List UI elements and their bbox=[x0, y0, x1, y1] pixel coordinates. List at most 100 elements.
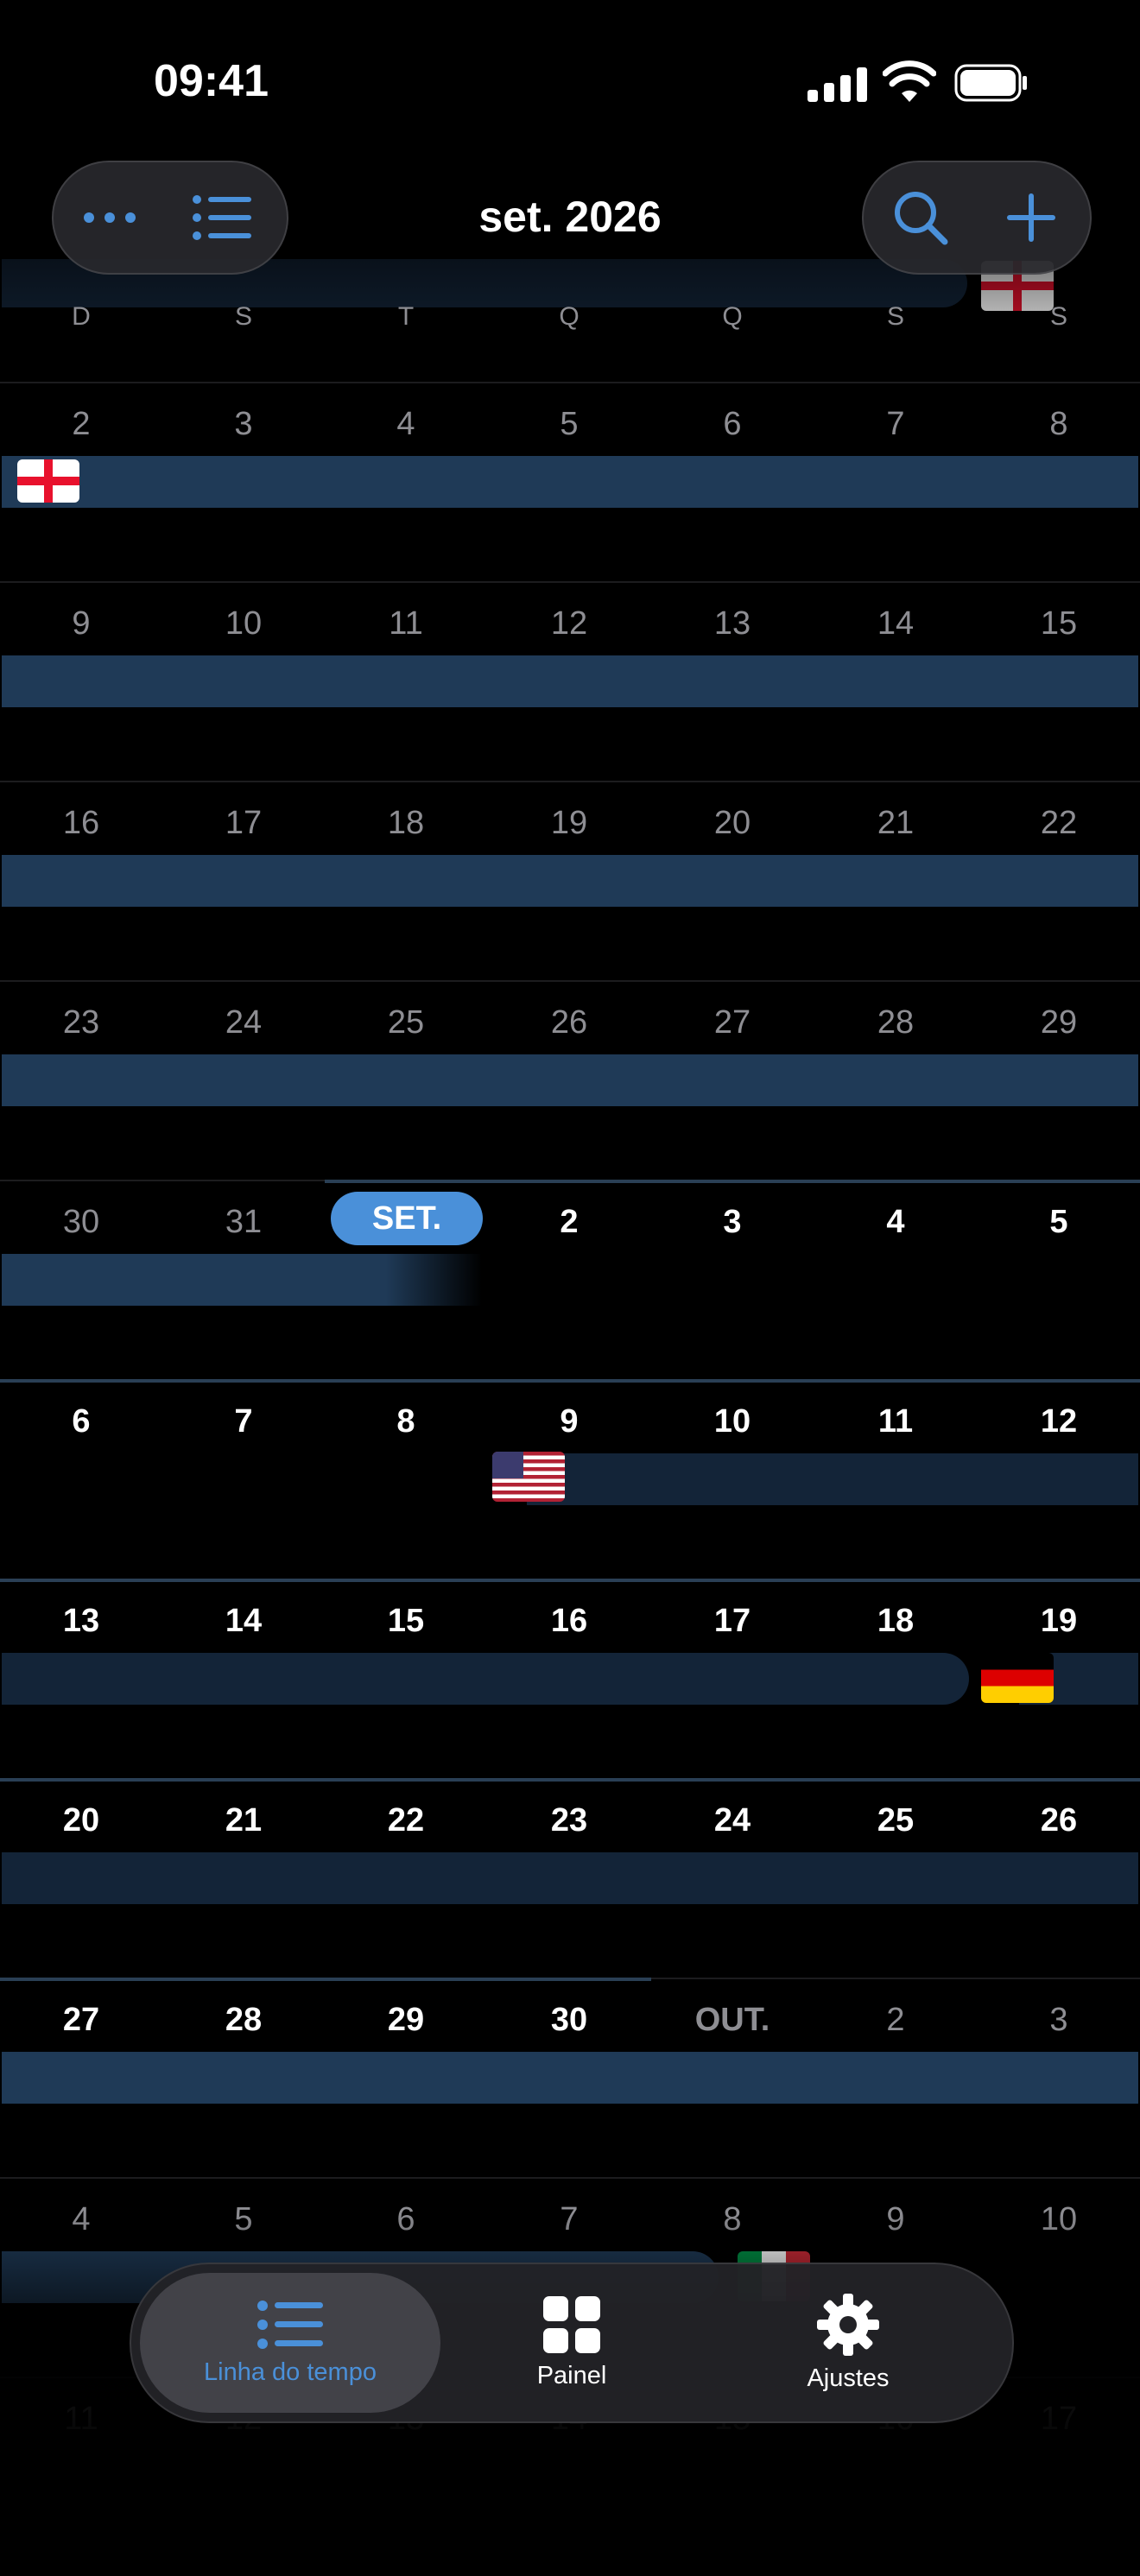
search-button[interactable] bbox=[869, 162, 972, 273]
day-cell[interactable]: 23 bbox=[0, 1004, 162, 1041]
trip-bar[interactable] bbox=[527, 1453, 1138, 1505]
day-cell[interactable]: 2 bbox=[814, 2002, 977, 2039]
day-cell[interactable]: 11 bbox=[814, 1403, 977, 1440]
day-cell[interactable]: 21 bbox=[162, 1802, 325, 1839]
day-cell[interactable]: 29 bbox=[325, 2002, 487, 2039]
day-cell[interactable]: 6 bbox=[651, 406, 814, 443]
tab-dashboard[interactable]: Painel bbox=[477, 2264, 667, 2421]
day-cell[interactable]: 23 bbox=[488, 1802, 650, 1839]
cellular-signal-icon bbox=[808, 66, 868, 102]
day-cell[interactable]: 16 bbox=[488, 1603, 650, 1640]
day-cell[interactable]: 2 bbox=[0, 406, 162, 443]
trip-bar[interactable] bbox=[2, 456, 1138, 508]
week-row: 30 31 SET. 2 3 4 5 bbox=[0, 1180, 1140, 1379]
trip-bar[interactable] bbox=[2, 655, 1138, 707]
germany-flag-icon bbox=[981, 1653, 1054, 1703]
day-cell[interactable]: 30 bbox=[0, 1204, 162, 1241]
trip-bar[interactable] bbox=[2, 1653, 969, 1705]
day-cell[interactable]: 22 bbox=[325, 1802, 487, 1839]
day-cell[interactable]: 16 bbox=[0, 805, 162, 842]
wifi-icon bbox=[883, 60, 936, 102]
day-cell[interactable]: 2 bbox=[488, 1204, 650, 1241]
tab-label: Ajustes bbox=[807, 2364, 890, 2392]
day-cell[interactable]: 31 bbox=[162, 1204, 325, 1241]
day-cell[interactable]: 22 bbox=[978, 805, 1140, 842]
tab-settings[interactable]: Ajustes bbox=[753, 2264, 943, 2421]
status-time: 09:41 bbox=[154, 56, 269, 106]
week-row: 13 14 15 16 17 18 19 bbox=[0, 1579, 1140, 1778]
status-bar: 09:41 bbox=[0, 0, 1140, 164]
day-cell[interactable]: 19 bbox=[488, 805, 650, 842]
day-cell[interactable]: 5 bbox=[978, 1204, 1140, 1241]
day-cell[interactable]: 25 bbox=[814, 1802, 977, 1839]
weekday-label: S bbox=[886, 302, 904, 331]
add-button[interactable] bbox=[979, 162, 1083, 273]
week-row: 6 7 8 9 10 11 12 bbox=[0, 1379, 1140, 1579]
day-cell[interactable]: 27 bbox=[0, 2002, 162, 2039]
day-cell[interactable]: 17 bbox=[162, 805, 325, 842]
day-cell[interactable]: 10 bbox=[162, 605, 325, 642]
month-start-label[interactable]: OUT. bbox=[651, 2002, 814, 2039]
day-cell[interactable]: 20 bbox=[0, 1802, 162, 1839]
month-start-badge[interactable]: SET. bbox=[331, 1192, 483, 1245]
week-separator bbox=[0, 980, 1140, 982]
week-row: 16 17 18 19 20 21 22 bbox=[0, 781, 1140, 980]
day-cell[interactable]: 12 bbox=[978, 1403, 1140, 1440]
weekday-label: S bbox=[1049, 302, 1067, 331]
day-cell[interactable]: 8 bbox=[325, 1403, 487, 1440]
day-cell[interactable]: 3 bbox=[651, 1204, 814, 1241]
day-cell[interactable]: 11 bbox=[325, 605, 487, 642]
day-cell[interactable]: 9 bbox=[488, 1403, 650, 1440]
trip-bar[interactable] bbox=[2, 1254, 482, 1306]
day-cell[interactable]: 28 bbox=[162, 2002, 325, 2039]
day-cell[interactable]: 24 bbox=[162, 1004, 325, 1041]
day-cell[interactable]: 7 bbox=[814, 406, 977, 443]
weekday-label: Q bbox=[722, 302, 743, 331]
usa-flag-icon bbox=[492, 1452, 565, 1502]
day-cell[interactable]: 14 bbox=[162, 1603, 325, 1640]
day-cell[interactable]: 4 bbox=[325, 406, 487, 443]
day-cell[interactable]: 26 bbox=[488, 1004, 650, 1041]
day-cell[interactable]: 19 bbox=[978, 1603, 1140, 1640]
day-cell[interactable]: 9 bbox=[0, 605, 162, 642]
day-cell[interactable]: 7 bbox=[162, 1403, 325, 1440]
day-cell[interactable]: 28 bbox=[814, 1004, 977, 1041]
trip-bar[interactable] bbox=[2, 855, 1138, 907]
tab-label: Painel bbox=[536, 2361, 607, 2389]
day-cell[interactable]: 24 bbox=[651, 1802, 814, 1839]
day-cell[interactable]: 3 bbox=[162, 406, 325, 443]
day-cell[interactable]: 13 bbox=[651, 605, 814, 642]
day-cell[interactable]: 25 bbox=[325, 1004, 487, 1041]
day-cell[interactable]: 3 bbox=[978, 2002, 1140, 2039]
day-cell[interactable]: 21 bbox=[814, 805, 977, 842]
day-cell[interactable]: 4 bbox=[814, 1204, 977, 1241]
day-cell[interactable]: 6 bbox=[0, 1403, 162, 1440]
trip-bar[interactable] bbox=[2, 1852, 1138, 1904]
day-cell[interactable]: 8 bbox=[978, 406, 1140, 443]
tab-label: Linha do tempo bbox=[204, 2358, 377, 2386]
search-icon bbox=[895, 192, 948, 245]
week-separator bbox=[0, 1579, 1140, 1582]
day-cell[interactable]: 20 bbox=[651, 805, 814, 842]
day-cell[interactable]: 15 bbox=[978, 605, 1140, 642]
day-cell[interactable]: 14 bbox=[814, 605, 977, 642]
weekday-label: D bbox=[72, 302, 91, 331]
day-cell[interactable]: 12 bbox=[488, 605, 650, 642]
day-cell[interactable]: 27 bbox=[651, 1004, 814, 1041]
day-cell[interactable]: 17 bbox=[651, 1603, 814, 1640]
day-cell[interactable]: 15 bbox=[325, 1603, 487, 1640]
tab-timeline[interactable]: Linha do tempo bbox=[140, 2273, 440, 2413]
day-cell[interactable]: 29 bbox=[978, 1004, 1140, 1041]
day-cell[interactable]: 30 bbox=[488, 2002, 650, 2039]
month-boundary-line bbox=[325, 1180, 1140, 1183]
day-cell[interactable]: 18 bbox=[814, 1603, 977, 1640]
day-cell[interactable]: 18 bbox=[325, 805, 487, 842]
plus-icon bbox=[1007, 193, 1055, 242]
week-row: 20 21 22 23 24 25 26 bbox=[0, 1778, 1140, 1978]
trip-bar[interactable] bbox=[2, 2052, 1138, 2104]
day-cell[interactable]: 5 bbox=[488, 406, 650, 443]
day-cell[interactable]: 10 bbox=[651, 1403, 814, 1440]
day-cell[interactable]: 13 bbox=[0, 1603, 162, 1640]
day-cell[interactable]: 26 bbox=[978, 1802, 1140, 1839]
trip-bar[interactable] bbox=[2, 1054, 1138, 1106]
